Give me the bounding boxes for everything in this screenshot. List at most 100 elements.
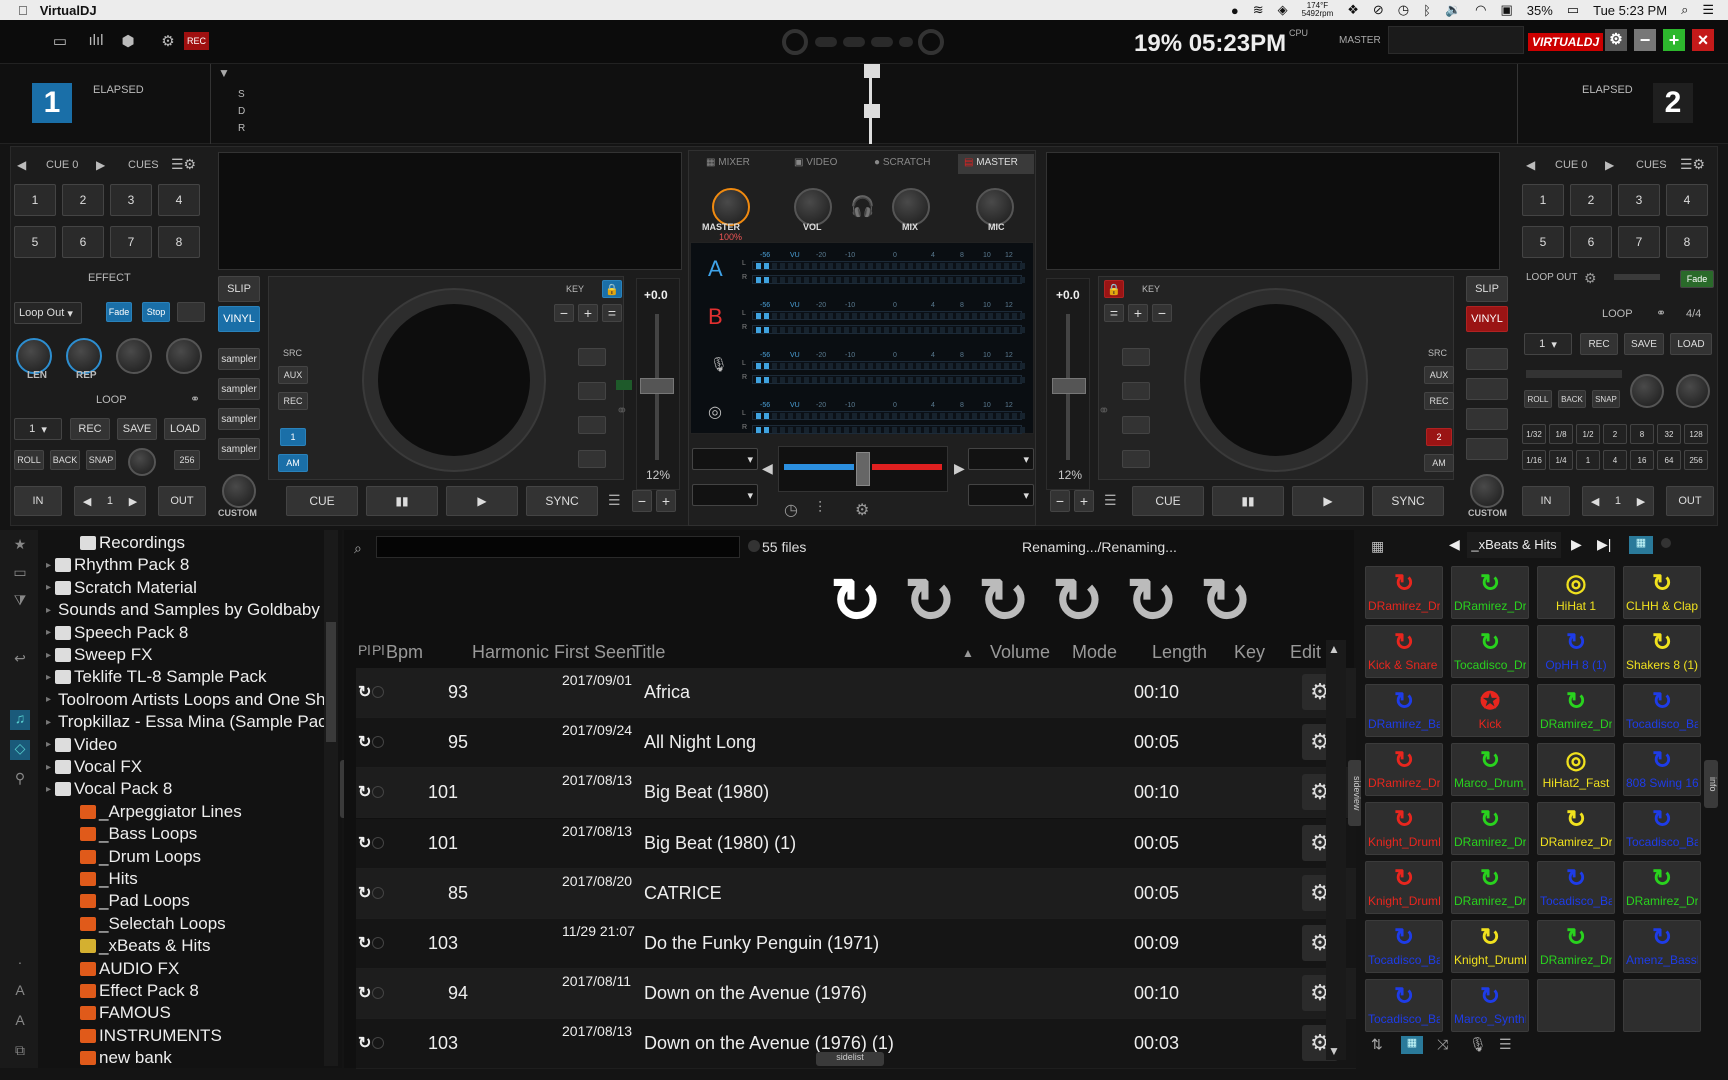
deck-2-loop-nudge[interactable]: ◀ 1 ▶: [1582, 486, 1654, 516]
folder-item[interactable]: ▸ Scratch Material: [46, 577, 336, 599]
layers-icon[interactable]: ≋: [1253, 2, 1264, 18]
master-tab[interactable]: ▤ MASTER: [958, 154, 1034, 174]
loop-size-button[interactable]: 1/16: [1522, 450, 1546, 470]
deck1-hotcue-3[interactable]: 3: [110, 184, 152, 216]
layout-icon[interactable]: ▭: [49, 32, 71, 50]
deck-1-pitch-range[interactable]: 12%: [646, 468, 670, 482]
filter-icon[interactable]: ⧩: [10, 592, 30, 612]
loop-save-button[interactable]: SAVE: [117, 418, 157, 440]
wave-sdr-labels[interactable]: SDR: [238, 86, 245, 137]
loop-size-button[interactable]: 16: [1630, 450, 1654, 470]
key-lock-icon[interactable]: 🔒: [602, 280, 622, 298]
clock-icon[interactable]: ◷: [1398, 2, 1409, 18]
dot-icon[interactable]: ·: [10, 954, 30, 974]
deck-2-sampler-slot-4[interactable]: [1466, 438, 1508, 460]
screen-icon[interactable]: ▣: [1500, 2, 1512, 18]
wave-zoom-icon[interactable]: ▼: [218, 66, 230, 80]
sampler-pad[interactable]: ↻ CLHH & Clap (1: [1623, 566, 1701, 619]
deck1-hotcue-7[interactable]: 7: [110, 226, 152, 258]
deck-2-slip-button[interactable]: SLIP: [1466, 276, 1508, 302]
shuffle-icon[interactable]: ⤨: [1437, 1036, 1448, 1053]
folder-item[interactable]: _Drum Loops: [46, 846, 336, 868]
bank-prev-icon[interactable]: ◀: [1449, 536, 1460, 553]
loop-size-button[interactable]: 64: [1657, 450, 1681, 470]
sampler-pad[interactable]: ↻ Marco_SynthPe: [1451, 979, 1529, 1032]
favorites-star-icon[interactable]: ★: [10, 536, 30, 556]
expand-icon[interactable]: ▸: [46, 650, 51, 661]
refresh-icon-3[interactable]: ↻: [974, 571, 1034, 633]
prepare-icon[interactable]: ↻: [358, 1033, 371, 1053]
column-header[interactable]: Volume: [990, 642, 1050, 663]
loop-size-button[interactable]: 32: [1657, 424, 1681, 444]
loop-out-button[interactable]: OUT: [158, 486, 206, 516]
column-header[interactable]: Harmonic: [472, 642, 549, 663]
font-larger-icon[interactable]: A: [10, 982, 30, 1002]
deck-2-key-lock-icon[interactable]: 🔒: [1104, 280, 1124, 298]
fx-select-left[interactable]: ▾: [692, 448, 758, 470]
table-row[interactable]: ↻ 101 2017/08/13 Big Beat (1980) 00:10 ⚙: [356, 768, 1356, 819]
loop-in-button[interactable]: IN: [14, 486, 62, 516]
folder-item[interactable]: _Hits: [46, 868, 336, 890]
sampler-pad[interactable]: ↻ DRamirez_Drum: [1537, 684, 1615, 737]
folder-item[interactable]: ▸ Sweep FX: [46, 644, 336, 666]
deck2-hotcue-3[interactable]: 3: [1618, 184, 1660, 216]
sampler-pad[interactable]: ◎ HiHat 1: [1537, 566, 1615, 619]
deck-1-pause-button[interactable]: ▮▮: [366, 486, 438, 516]
deck-2-pitch-slider[interactable]: [1052, 378, 1086, 394]
deck-1-pitch-plus[interactable]: +: [656, 490, 676, 512]
refresh-icon-2[interactable]: ↻: [900, 571, 960, 633]
sampler-pad[interactable]: ↻ Marco_Drum_1: [1451, 743, 1529, 796]
headphone-vol-knob[interactable]: [794, 188, 832, 226]
deck1-hotcue-1[interactable]: 1: [14, 184, 56, 216]
scratch-tab[interactable]: ● SCRATCH: [874, 157, 930, 168]
deck-1-cues-label[interactable]: CUES: [128, 159, 159, 171]
cue-next-icon[interactable]: ▶: [96, 158, 105, 172]
sampler-pad[interactable]: [1623, 979, 1701, 1032]
prepare-icon[interactable]: ↻: [358, 933, 371, 953]
battery-percent[interactable]: 35%: [1527, 3, 1553, 18]
deck-2-pad-d[interactable]: [1122, 450, 1150, 468]
expand-icon[interactable]: ▸: [46, 560, 51, 571]
deck-2-loop-out[interactable]: OUT: [1666, 486, 1714, 516]
sampler-pad[interactable]: ✪ Kick: [1451, 684, 1529, 737]
prepare-icon[interactable]: ↻: [358, 782, 371, 802]
deck-b-label[interactable]: B: [708, 304, 723, 330]
deck-2-pitch-plus[interactable]: +: [1074, 490, 1094, 512]
folder-item[interactable]: _Bass Loops: [46, 823, 336, 845]
deck-2-link-icon[interactable]: ⚭: [1098, 402, 1110, 419]
folder-item[interactable]: ▸ Vocal FX: [46, 756, 336, 778]
sampler-pad[interactable]: ↻ Knight_DrumLo: [1365, 802, 1443, 855]
deck-2-loop-rec[interactable]: REC: [1580, 333, 1618, 355]
effect-len-knob[interactable]: [16, 338, 52, 374]
sampler-button-1[interactable]: sampler: [218, 348, 260, 370]
deck-2-pitch-minus[interactable]: −: [1050, 490, 1070, 512]
prepare-icon[interactable]: ↻: [358, 883, 371, 903]
sampler-pad[interactable]: ↻ DRamirez_Drum: [1365, 743, 1443, 796]
file-list-scrollbar[interactable]: ▲ ▼: [1326, 640, 1346, 1060]
sampler-pad[interactable]: ◎ HiHat2_Fast: [1537, 743, 1615, 796]
folder-item[interactable]: ▸ Rhythm Pack 8: [46, 554, 336, 576]
sampler-button-3[interactable]: sampler: [218, 408, 260, 430]
folder-item[interactable]: ▸ Vocal Pack 8: [46, 778, 336, 800]
folder-item[interactable]: ▸ Video: [46, 734, 336, 756]
minimize-button[interactable]: −: [1634, 29, 1656, 51]
deck-2-pitch-range[interactable]: 12%: [1058, 468, 1082, 482]
sampler-pad[interactable]: ↻ Tocadisco_Bass: [1365, 979, 1443, 1032]
record-button[interactable]: REC: [184, 32, 210, 50]
deck-2-jog-wheel[interactable]: [1186, 290, 1366, 470]
loop-rec-button[interactable]: REC: [70, 418, 110, 440]
deck-2-am-button[interactable]: AM: [1424, 454, 1454, 472]
deck-2-loop-link-icon[interactable]: ⚭: [1656, 306, 1666, 320]
key-minus-button[interactable]: −: [554, 304, 574, 322]
deck-2-snap-button[interactable]: SNAP: [1592, 390, 1620, 408]
refresh-icon-1[interactable]: ↻: [826, 571, 886, 633]
deck1-hotcue-4[interactable]: 4: [158, 184, 200, 216]
deck2-hotcue-1[interactable]: 1: [1522, 184, 1564, 216]
key-reset-button[interactable]: =: [602, 304, 622, 322]
sampler-pad[interactable]: ↻ DRamirez_Drum: [1537, 802, 1615, 855]
search-input[interactable]: [376, 536, 740, 558]
expand-icon[interactable]: ▸: [46, 605, 51, 616]
sampler-pad-view-icon[interactable]: ▦: [1401, 1036, 1423, 1054]
back-icon[interactable]: ↩: [10, 650, 30, 670]
drive-icon[interactable]: ▭: [10, 564, 30, 584]
